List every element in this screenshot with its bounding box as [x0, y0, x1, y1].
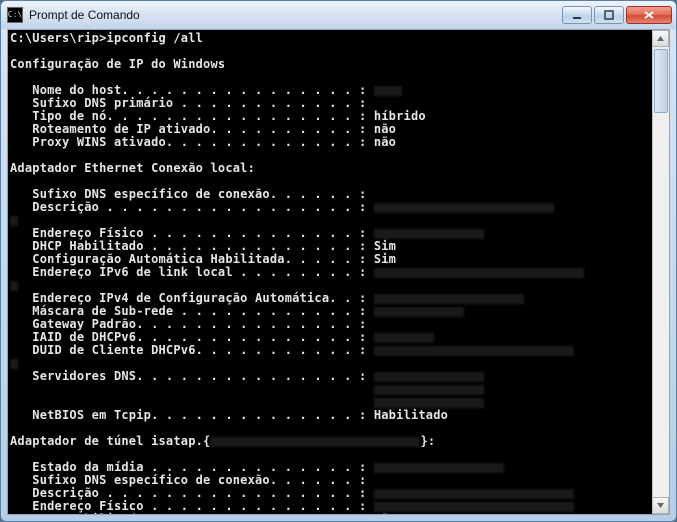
label-media-state: Estado da mídia . . . . . . . . . . . . …: [10, 460, 366, 474]
value-node-type: híbrido: [374, 109, 426, 123]
label-ipv4-auto: Endereço IPv4 de Configuração Automática…: [10, 291, 366, 305]
redacted-value: [374, 463, 504, 473]
redacted-value: [374, 346, 574, 356]
redacted-value: [374, 372, 484, 382]
label-dhcp-enabled: DHCP Habilitado . . . . . . . . . . . . …: [10, 239, 366, 253]
redacted-value: [374, 489, 574, 499]
redacted-value: [374, 502, 574, 512]
redacted-value: [374, 203, 554, 213]
label-phys-addr-2: Endereço Físico . . . . . . . . . . . . …: [10, 499, 366, 513]
redacted-value: [10, 359, 18, 369]
maximize-icon: [604, 10, 614, 20]
terminal-container: C:\Users\rip>ipconfig /all Configuração …: [7, 29, 670, 515]
label-dns-servers: Servidores DNS. . . . . . . . . . . . . …: [10, 369, 366, 383]
value-wins-proxy: não: [374, 135, 396, 149]
redacted-value: [374, 294, 524, 304]
label-gateway: Gateway Padrão. . . . . . . . . . . . . …: [10, 317, 366, 331]
close-button[interactable]: [626, 6, 672, 24]
label-phys-addr: Endereço Físico . . . . . . . . . . . . …: [10, 226, 366, 240]
redacted-value: [374, 333, 434, 343]
window-controls: [562, 6, 672, 24]
label-conn-dns-suffix: Sufixo DNS específico de conexão. . . . …: [10, 187, 366, 201]
label-ip-routing: Roteamento de IP ativado. . . . . . . . …: [10, 122, 366, 136]
close-icon: [643, 10, 655, 20]
label-dhcp-enabled-2: DHCP Habilitado . . . . . . . . . . . . …: [10, 512, 366, 514]
scroll-track[interactable]: [653, 47, 669, 497]
label-wins-proxy: Proxy WINS ativado. . . . . . . . . . . …: [10, 135, 366, 149]
section-winip: Configuração de IP do Windows: [10, 57, 225, 71]
redacted-value: [210, 437, 420, 447]
redacted-value: [374, 398, 484, 408]
value-dhcp-enabled-1: Sim: [374, 239, 396, 253]
label-node-type: Tipo de nó. . . . . . . . . . . . . . . …: [10, 109, 366, 123]
window-title: Prompt de Comando: [29, 8, 562, 22]
redacted-value: [374, 385, 484, 395]
scroll-thumb[interactable]: [654, 49, 668, 113]
label-subnet-mask: Máscara de Sub-rede . . . . . . . . . . …: [10, 304, 366, 318]
label-ipv6-ll: Endereço IPv6 de link local . . . . . . …: [10, 265, 366, 279]
prompt-command: ipconfig /all: [107, 31, 204, 45]
terminal-output[interactable]: C:\Users\rip>ipconfig /all Configuração …: [8, 30, 652, 514]
label-description: Descrição . . . . . . . . . . . . . . . …: [10, 200, 366, 214]
redacted-value: [374, 268, 584, 278]
label-dns-suffix: Sufixo DNS primário . . . . . . . . . . …: [10, 96, 366, 110]
redacted-value: [10, 281, 18, 291]
titlebar[interactable]: C:\ Prompt de Comando: [1, 1, 676, 29]
redacted-value: [374, 229, 484, 239]
label-autoconf: Configuração Automática Habilitada. . . …: [10, 252, 366, 266]
redacted-value: [10, 216, 18, 226]
value-netbios: Habilitado: [374, 408, 448, 422]
vertical-scrollbar[interactable]: [652, 30, 669, 514]
label-description-2: Descrição . . . . . . . . . . . . . . . …: [10, 486, 366, 500]
value-dhcp-enabled-2: Não: [374, 512, 396, 514]
app-icon: C:\: [7, 7, 23, 23]
label-netbios: NetBIOS em Tcpip. . . . . . . . . . . . …: [10, 408, 366, 422]
redacted-value: [374, 307, 464, 317]
redacted-value: [374, 86, 402, 96]
label-iaid: IAID de DHCPv6. . . . . . . . . . . . . …: [10, 330, 366, 344]
chevron-up-icon: [656, 34, 665, 43]
label-conn-dns-suffix-2: Sufixo DNS específico de conexão. . . . …: [10, 473, 366, 487]
minimize-button[interactable]: [562, 6, 592, 24]
maximize-button[interactable]: [594, 6, 624, 24]
scroll-up-button[interactable]: [653, 30, 669, 47]
chevron-down-icon: [656, 501, 665, 510]
label-duid: DUID de Cliente DHCPv6. . . . . . . . . …: [10, 343, 366, 357]
section-adapter1: Adaptador Ethernet Conexão local:: [10, 161, 255, 175]
section-adapter2-suffix: }:: [420, 434, 435, 448]
scroll-down-button[interactable]: [653, 497, 669, 514]
section-adapter2-prefix: Adaptador de túnel isatap.{: [10, 434, 210, 448]
minimize-icon: [572, 10, 582, 20]
prompt-cwd: C:\Users\rip>: [10, 31, 107, 45]
command-prompt-window: C:\ Prompt de Comando C:\Users\rip>ipcon…: [0, 0, 677, 522]
value-ip-routing: não: [374, 122, 396, 136]
label-host-name: Nome do host. . . . . . . . . . . . . . …: [10, 83, 366, 97]
value-autoconf-1: Sim: [374, 252, 396, 266]
